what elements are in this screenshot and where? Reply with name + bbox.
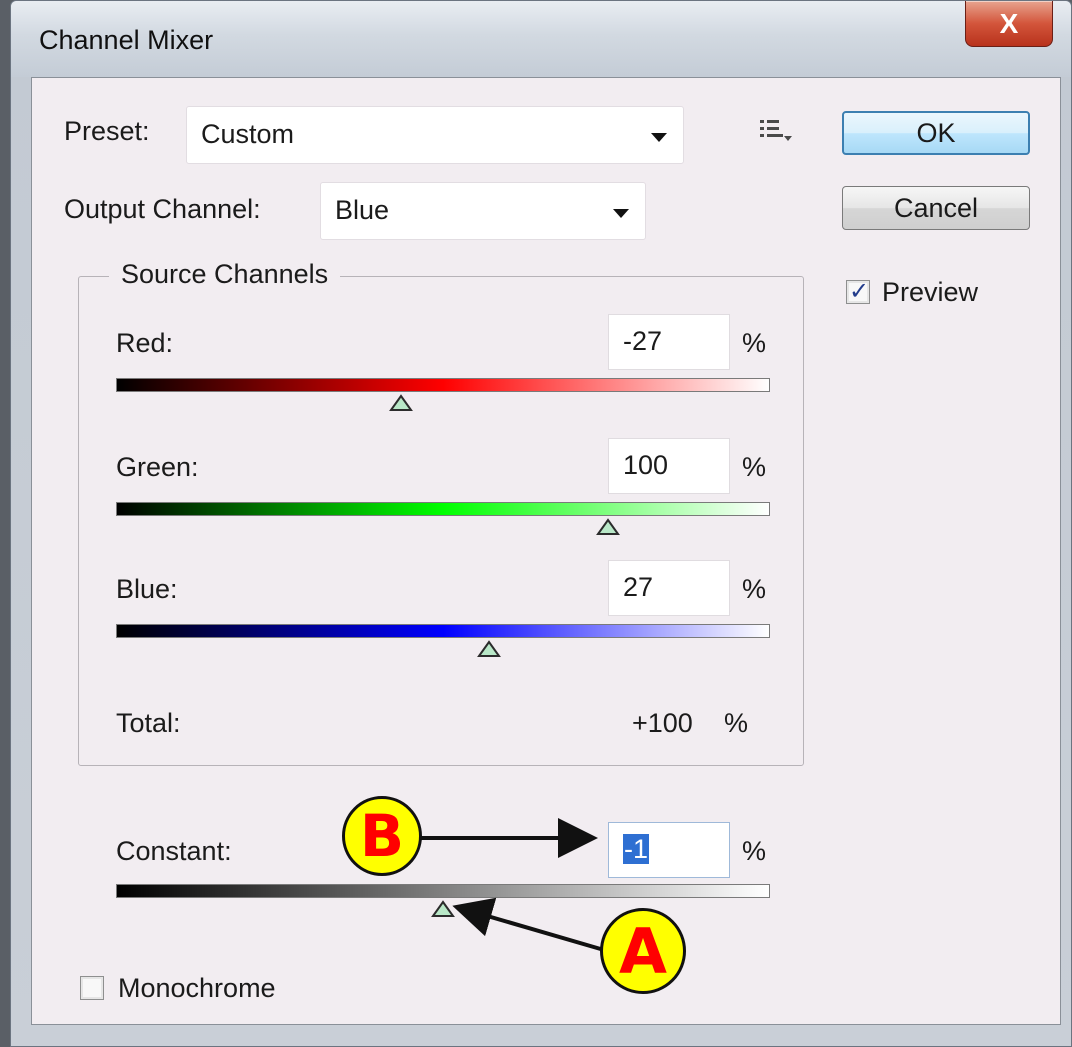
annotation-arrows: [417, 818, 605, 952]
channel-mixer-window: Channel Mixer X Preset: Custom Output Ch…: [10, 0, 1072, 1047]
arrow-a: [452, 897, 605, 952]
window-title: Channel Mixer: [39, 25, 214, 55]
annotation-badge-a: A: [600, 908, 686, 994]
dialog-body: Preset: Custom Output Channel: Blue OK C…: [31, 77, 1061, 1025]
close-icon: X: [999, 7, 1019, 39]
title-bar[interactable]: Channel Mixer X: [11, 1, 1071, 77]
annotation-badge-b: B: [342, 796, 422, 876]
close-button[interactable]: X: [965, 1, 1053, 47]
